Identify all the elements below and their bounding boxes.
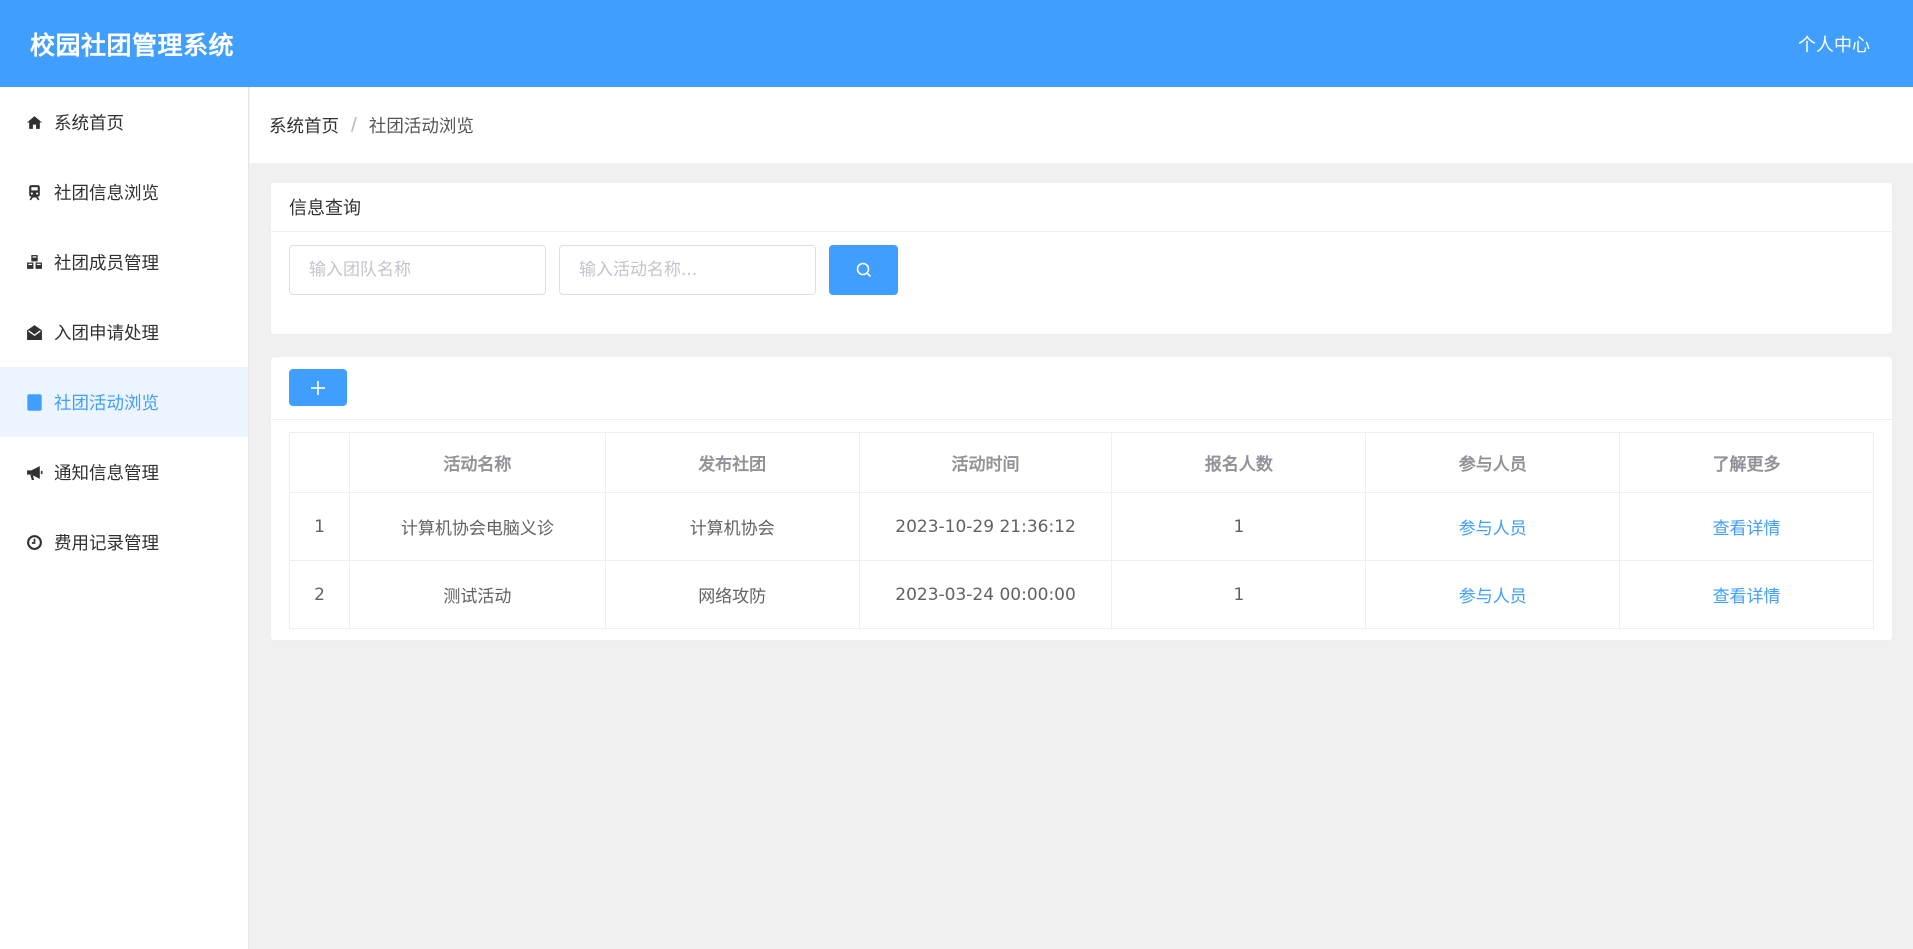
clock-icon	[24, 532, 44, 552]
sidebar-item-club-info[interactable]: 社团信息浏览	[0, 157, 248, 227]
activity-time: 2023-10-29 21:36:12	[858, 492, 1113, 561]
participants-link[interactable]: 参与人员	[1365, 560, 1621, 629]
activity-table-panel: 活动名称 发布社团 活动时间 报名人数 参与人员 了解更多 1 计算机协会电脑义…	[270, 356, 1893, 641]
home-icon	[24, 112, 44, 132]
breadcrumb-current: 社团活动浏览	[368, 116, 474, 137]
signup-count: 1	[1111, 492, 1367, 561]
signup-count: 1	[1111, 560, 1367, 629]
column-header-details: 了解更多	[1619, 432, 1874, 493]
column-header-club: 发布社团	[604, 432, 860, 493]
breadcrumb: 系统首页 / 社团活动浏览	[250, 87, 1913, 163]
train-icon	[24, 182, 44, 202]
row-index: 2	[289, 560, 350, 629]
sidebar-item-label: 社团成员管理	[54, 253, 159, 274]
plus-icon	[311, 380, 325, 395]
sidebar-item-label: 系统首页	[54, 113, 124, 134]
publishing-club: 网络攻防	[604, 560, 860, 629]
query-title: 信息查询	[271, 183, 1892, 232]
sidebar-item-members[interactable]: 社团成员管理	[0, 227, 248, 297]
view-details-link[interactable]: 查看详情	[1619, 492, 1874, 561]
app-title: 校园社团管理系统	[30, 31, 235, 60]
user-center-link[interactable]: 个人中心	[1798, 31, 1870, 57]
divider	[271, 419, 1892, 420]
sidebar-item-label: 社团活动浏览	[54, 393, 159, 414]
search-icon	[856, 262, 871, 278]
sidebar-item-home[interactable]: 系统首页	[0, 87, 248, 157]
publishing-club: 计算机协会	[604, 492, 860, 561]
team-name-input[interactable]	[289, 245, 546, 295]
row-index: 1	[289, 492, 350, 561]
top-header: 校园社团管理系统 个人中心	[0, 0, 1913, 87]
activity-name-input[interactable]	[559, 245, 816, 295]
envelope-open-icon	[24, 322, 44, 342]
sidebar-item-label: 社团信息浏览	[54, 183, 159, 204]
calculator-icon	[24, 392, 44, 412]
sidebar-item-notifications[interactable]: 通知信息管理	[0, 437, 248, 507]
table-row: 2 测试活动 网络攻防 2023-03-24 00:00:00 1 参与人员 查…	[289, 560, 1874, 629]
sidebar-item-label: 通知信息管理	[54, 463, 159, 484]
activity-name: 测试活动	[348, 560, 606, 629]
query-panel: 信息查询	[270, 182, 1893, 335]
sidebar-item-expenses[interactable]: 费用记录管理	[0, 507, 248, 577]
activity-name: 计算机协会电脑义诊	[348, 492, 606, 561]
column-header-index	[289, 432, 350, 493]
sidebar-item-applications[interactable]: 入团申请处理	[0, 297, 248, 367]
activity-time: 2023-03-24 00:00:00	[858, 560, 1113, 629]
column-header-name: 活动名称	[348, 432, 606, 493]
activity-table: 活动名称 发布社团 活动时间 报名人数 参与人员 了解更多 1 计算机协会电脑义…	[289, 432, 1874, 629]
bullhorn-icon	[24, 462, 44, 482]
column-header-time: 活动时间	[858, 432, 1113, 493]
table-row: 1 计算机协会电脑义诊 计算机协会 2023-10-29 21:36:12 1 …	[289, 492, 1874, 561]
sidebar-item-label: 入团申请处理	[54, 323, 159, 344]
table-header-row: 活动名称 发布社团 活动时间 报名人数 参与人员 了解更多	[289, 432, 1874, 493]
search-button[interactable]	[829, 245, 898, 295]
participants-link[interactable]: 参与人员	[1365, 492, 1621, 561]
cubes-icon	[24, 252, 44, 272]
sidebar-item-label: 费用记录管理	[54, 533, 159, 554]
breadcrumb-home[interactable]: 系统首页	[269, 113, 339, 138]
add-button[interactable]	[289, 369, 347, 406]
view-details-link[interactable]: 查看详情	[1619, 560, 1874, 629]
breadcrumb-separator: /	[351, 115, 357, 135]
column-header-count: 报名人数	[1111, 432, 1367, 493]
column-header-participants: 参与人员	[1365, 432, 1621, 493]
sidebar-item-activities[interactable]: 社团活动浏览	[0, 367, 248, 437]
sidebar: 系统首页 社团信息浏览 社团成员管理 入团申请处理 社团活动浏览 通知信息管理	[0, 87, 249, 949]
